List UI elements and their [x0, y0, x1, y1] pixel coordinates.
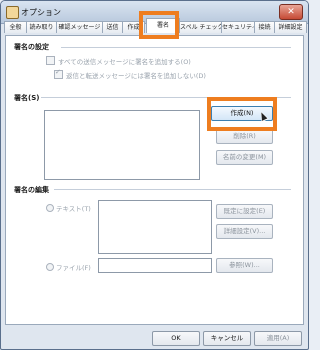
file-radio[interactable]: [46, 263, 54, 271]
advanced-button[interactable]: 詳細設定(V)...: [216, 224, 273, 239]
close-button[interactable]: ✕: [279, 4, 303, 20]
signatures-heading: 署名(S): [14, 94, 40, 102]
divider: [54, 189, 291, 190]
edit-signature-heading: 署名の編集: [14, 186, 49, 194]
tab-security[interactable]: セキュリティ: [221, 21, 255, 33]
tab-send[interactable]: 送信: [102, 21, 123, 33]
file-path-input[interactable]: [98, 258, 212, 273]
no-reply-signature-checkbox[interactable]: [54, 68, 63, 79]
browse-button[interactable]: 参照(W)...: [216, 258, 273, 273]
delete-signature-button[interactable]: 削除(R): [216, 129, 273, 144]
signatures-list[interactable]: [44, 110, 200, 180]
tab-spelling[interactable]: スペル チェック: [179, 21, 222, 33]
no-reply-signature-label: 返信と転送メッセージには署名を追加しない(D): [66, 72, 206, 80]
signature-settings-heading: 署名の設定: [14, 43, 49, 51]
divider: [61, 47, 291, 48]
add-signature-label: すべての送信メッセージに署名を追加する(O): [58, 58, 191, 66]
options-dialog: オプション ✕ 全般 読み取り 確認メッセージ 送信 作成 署名 スペル チェッ…: [0, 0, 309, 350]
tab-signatures[interactable]: 署名: [146, 18, 180, 33]
tab-general[interactable]: 全般: [4, 21, 27, 33]
signature-text-editor[interactable]: [98, 200, 212, 254]
tab-connection[interactable]: 接続: [254, 21, 275, 33]
text-radio-label: テキスト(T): [56, 205, 91, 213]
ok-button[interactable]: OK: [152, 331, 200, 346]
add-signature-checkbox[interactable]: [46, 56, 55, 65]
tab-receipts[interactable]: 確認メッセージ: [56, 21, 103, 33]
app-icon: [6, 6, 19, 19]
window-title: オプション: [21, 8, 61, 17]
cancel-button[interactable]: キャンセル: [203, 331, 251, 346]
apply-button[interactable]: 適用(A): [254, 331, 302, 346]
tab-strip: 全般 読み取り 確認メッセージ 送信 作成 署名 スペル チェック セキュリティ…: [4, 18, 307, 35]
tab-advanced[interactable]: 詳細設定: [274, 21, 307, 33]
text-radio[interactable]: [46, 204, 54, 212]
rename-signature-button[interactable]: 名前の変更(M): [216, 150, 273, 165]
tab-compose[interactable]: 作成: [122, 21, 145, 33]
signatures-panel: 署名の設定 すべての送信メッセージに署名を追加する(O) 返信と転送メッセージに…: [5, 35, 304, 325]
tab-read[interactable]: 読み取り: [26, 21, 57, 33]
set-default-button[interactable]: 既定に設定(E): [216, 204, 273, 219]
file-radio-label: ファイル(F): [56, 264, 91, 272]
